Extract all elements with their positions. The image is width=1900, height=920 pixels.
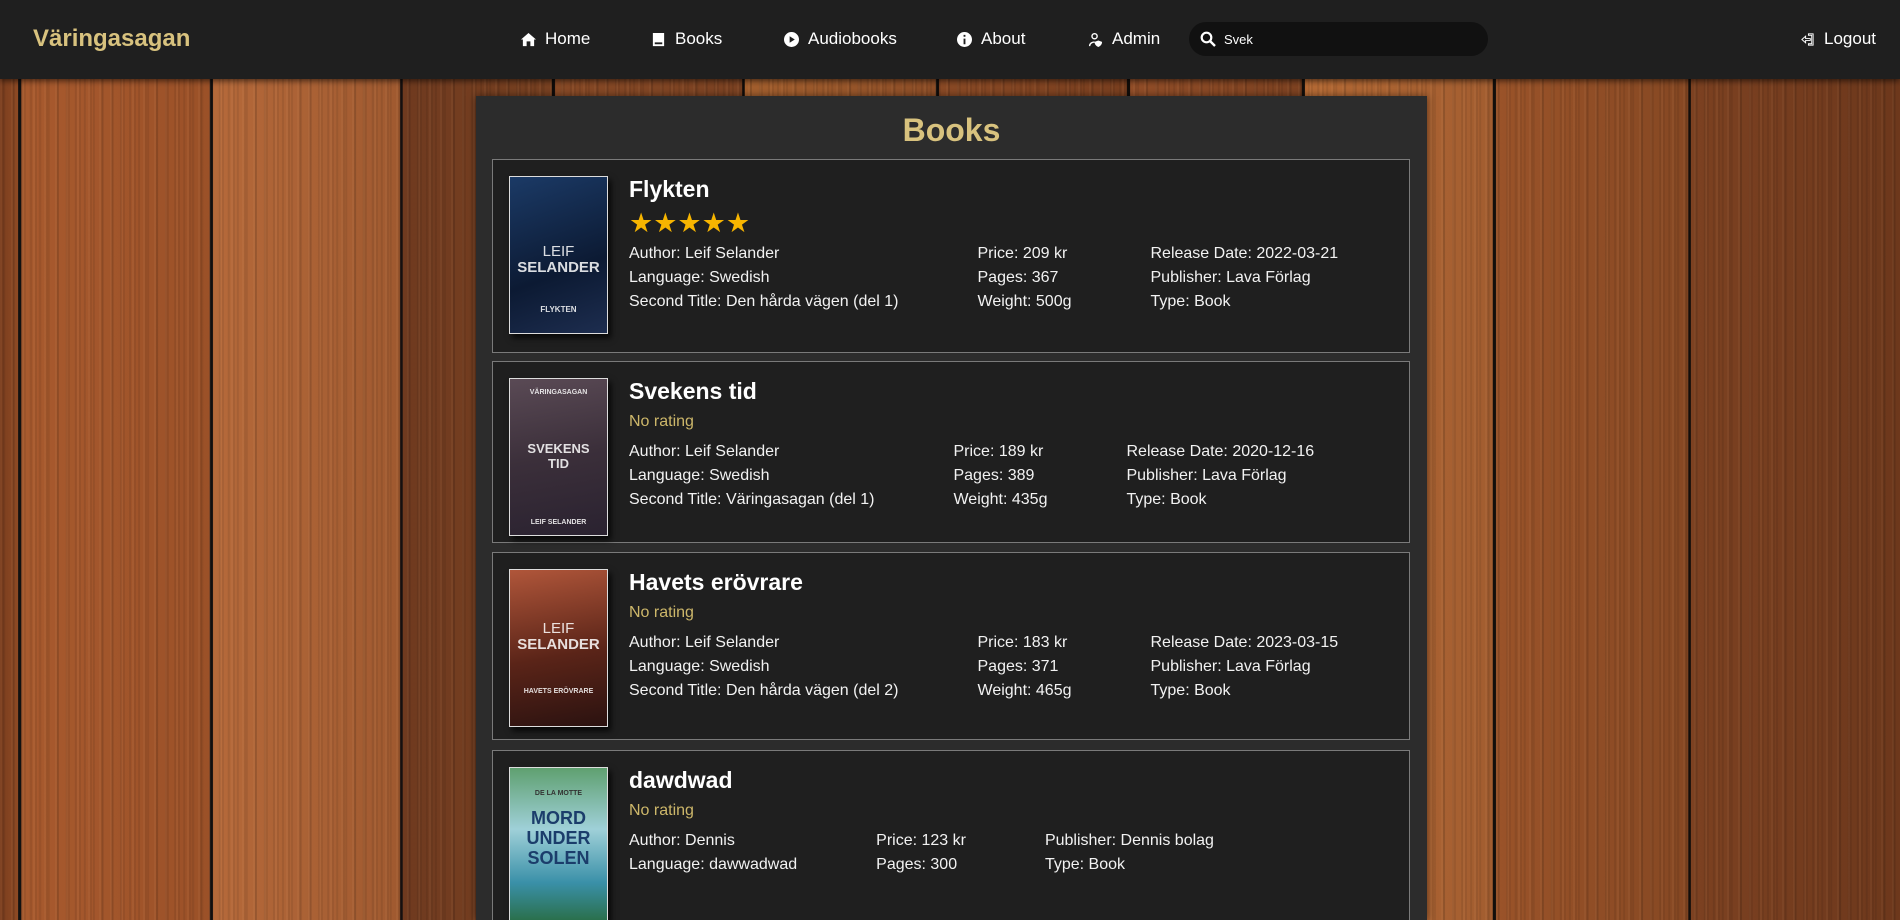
top-navbar: Väringasagan Home Books Audiobooks About… xyxy=(0,0,1900,79)
weight: Weight: 435g xyxy=(953,491,1048,508)
language: Language: Swedish xyxy=(629,269,770,286)
author: Author: Leif Selander xyxy=(629,634,780,651)
book-cover[interactable]: DE LA MOTTE MORD UNDER SOLEN xyxy=(509,767,608,920)
book-card[interactable]: DE LA MOTTE MORD UNDER SOLEN dawdwad No … xyxy=(492,750,1410,920)
author: Author: Dennis xyxy=(629,832,735,849)
book-icon xyxy=(652,32,665,46)
author: Author: Leif Selander xyxy=(629,245,780,262)
second-title: Second Title: Den hårda vägen (del 2) xyxy=(629,682,899,699)
nav-admin-label: Admin xyxy=(1112,29,1161,48)
search-input[interactable] xyxy=(1224,31,1464,47)
book-title[interactable]: Svekens tid xyxy=(629,378,1314,408)
publisher: Publisher: Lava Förlag xyxy=(1126,467,1287,484)
language: Language: Swedish xyxy=(629,658,770,675)
nav-admin[interactable]: Admin xyxy=(1088,29,1160,49)
nav-books[interactable]: Books xyxy=(651,29,722,49)
play-circle-icon xyxy=(784,31,799,47)
book-title[interactable]: Havets erövrare xyxy=(629,569,1338,599)
star-rating: ★★★★★ xyxy=(629,208,751,238)
info-circle-icon xyxy=(957,31,972,47)
publisher: Publisher: Lava Förlag xyxy=(1150,269,1311,286)
logout-icon xyxy=(1801,32,1814,46)
price: Price: 183 kr xyxy=(977,634,1068,651)
search-icon xyxy=(1200,31,1216,47)
nav-audiobooks-label: Audiobooks xyxy=(808,29,897,48)
pages: Pages: 389 xyxy=(953,467,1035,484)
release-date: Release Date: 2023-03-15 xyxy=(1150,634,1339,651)
nav-about[interactable]: About xyxy=(957,29,1025,49)
logout-button[interactable]: Logout xyxy=(1800,29,1876,49)
book-title[interactable]: Flykten xyxy=(629,176,1338,206)
price: Price: 209 kr xyxy=(977,245,1068,262)
language: Language: dawwadwad xyxy=(629,856,798,873)
page-title: Books xyxy=(902,112,1001,148)
home-icon xyxy=(521,32,536,46)
search-bar[interactable] xyxy=(1189,22,1488,56)
release-date: Release Date: 2022-03-21 xyxy=(1150,245,1339,262)
pages: Pages: 300 xyxy=(876,856,958,873)
rating-status: No rating xyxy=(629,413,694,430)
nav-about-label: About xyxy=(981,29,1026,48)
author: Author: Leif Selander xyxy=(629,443,780,460)
book-cover[interactable]: LEIF SELANDER HAVETS ERÖVRARE xyxy=(509,569,608,727)
book-cover[interactable]: VÄRINGASAGAN SVEKENS TID LEIF SELANDER xyxy=(509,378,608,536)
book-details: Author: Leif Selander Language: Swedish Se… xyxy=(629,631,1338,703)
weight: Weight: 465g xyxy=(977,682,1072,699)
book-card[interactable]: LEIF SELANDER FLYKTEN Flykten ★★★★★ Auth… xyxy=(492,159,1410,353)
book-card[interactable]: VÄRINGASAGAN SVEKENS TID LEIF SELANDER S… xyxy=(492,361,1410,543)
price: Price: 189 kr xyxy=(953,443,1044,460)
book-card[interactable]: LEIF SELANDER HAVETS ERÖVRARE Havets erö… xyxy=(492,552,1410,740)
type: Type: Book xyxy=(1150,682,1231,699)
type: Type: Book xyxy=(1126,491,1207,508)
second-title: Second Title: Den hårda vägen (del 1) xyxy=(629,293,899,310)
nav-audiobooks[interactable]: Audiobooks xyxy=(784,29,897,49)
book-details: Author: Leif Selander Language: Swedish Se… xyxy=(629,440,1314,512)
logo[interactable]: Väringasagan xyxy=(33,25,190,53)
nav-books-label: Books xyxy=(675,29,723,48)
type: Type: Book xyxy=(1044,856,1125,873)
book-details: Author: Dennis Language: dawwadwad Price:… xyxy=(629,829,1214,877)
books-panel: Books LEIF SELANDER FLYKTEN Flykten ★★★★… xyxy=(476,96,1427,920)
release-date: Release Date: 2020-12-16 xyxy=(1126,443,1315,460)
publisher: Publisher: Dennis bolag xyxy=(1044,832,1214,849)
price: Price: 123 kr xyxy=(876,832,966,849)
book-cover[interactable]: LEIF SELANDER FLYKTEN xyxy=(509,176,608,334)
book-details: Author: Leif Selander Language: Swedish Se… xyxy=(629,242,1338,314)
second-title: Second Title: Väringasagan (del 1) xyxy=(629,491,875,508)
nav-home-label: Home xyxy=(545,29,591,48)
user-shield-icon xyxy=(1088,32,1103,47)
pages: Pages: 367 xyxy=(977,269,1059,286)
publisher: Publisher: Lava Förlag xyxy=(1150,658,1311,675)
book-title[interactable]: dawdwad xyxy=(629,767,1214,797)
weight: Weight: 500g xyxy=(977,293,1072,310)
pages: Pages: 371 xyxy=(977,658,1059,675)
language: Language: Swedish xyxy=(629,467,770,484)
logout-label: Logout xyxy=(1824,29,1876,48)
rating-status: No rating xyxy=(629,802,694,819)
type: Type: Book xyxy=(1150,293,1231,310)
rating-status: No rating xyxy=(629,604,694,621)
nav-home[interactable]: Home xyxy=(521,29,590,49)
